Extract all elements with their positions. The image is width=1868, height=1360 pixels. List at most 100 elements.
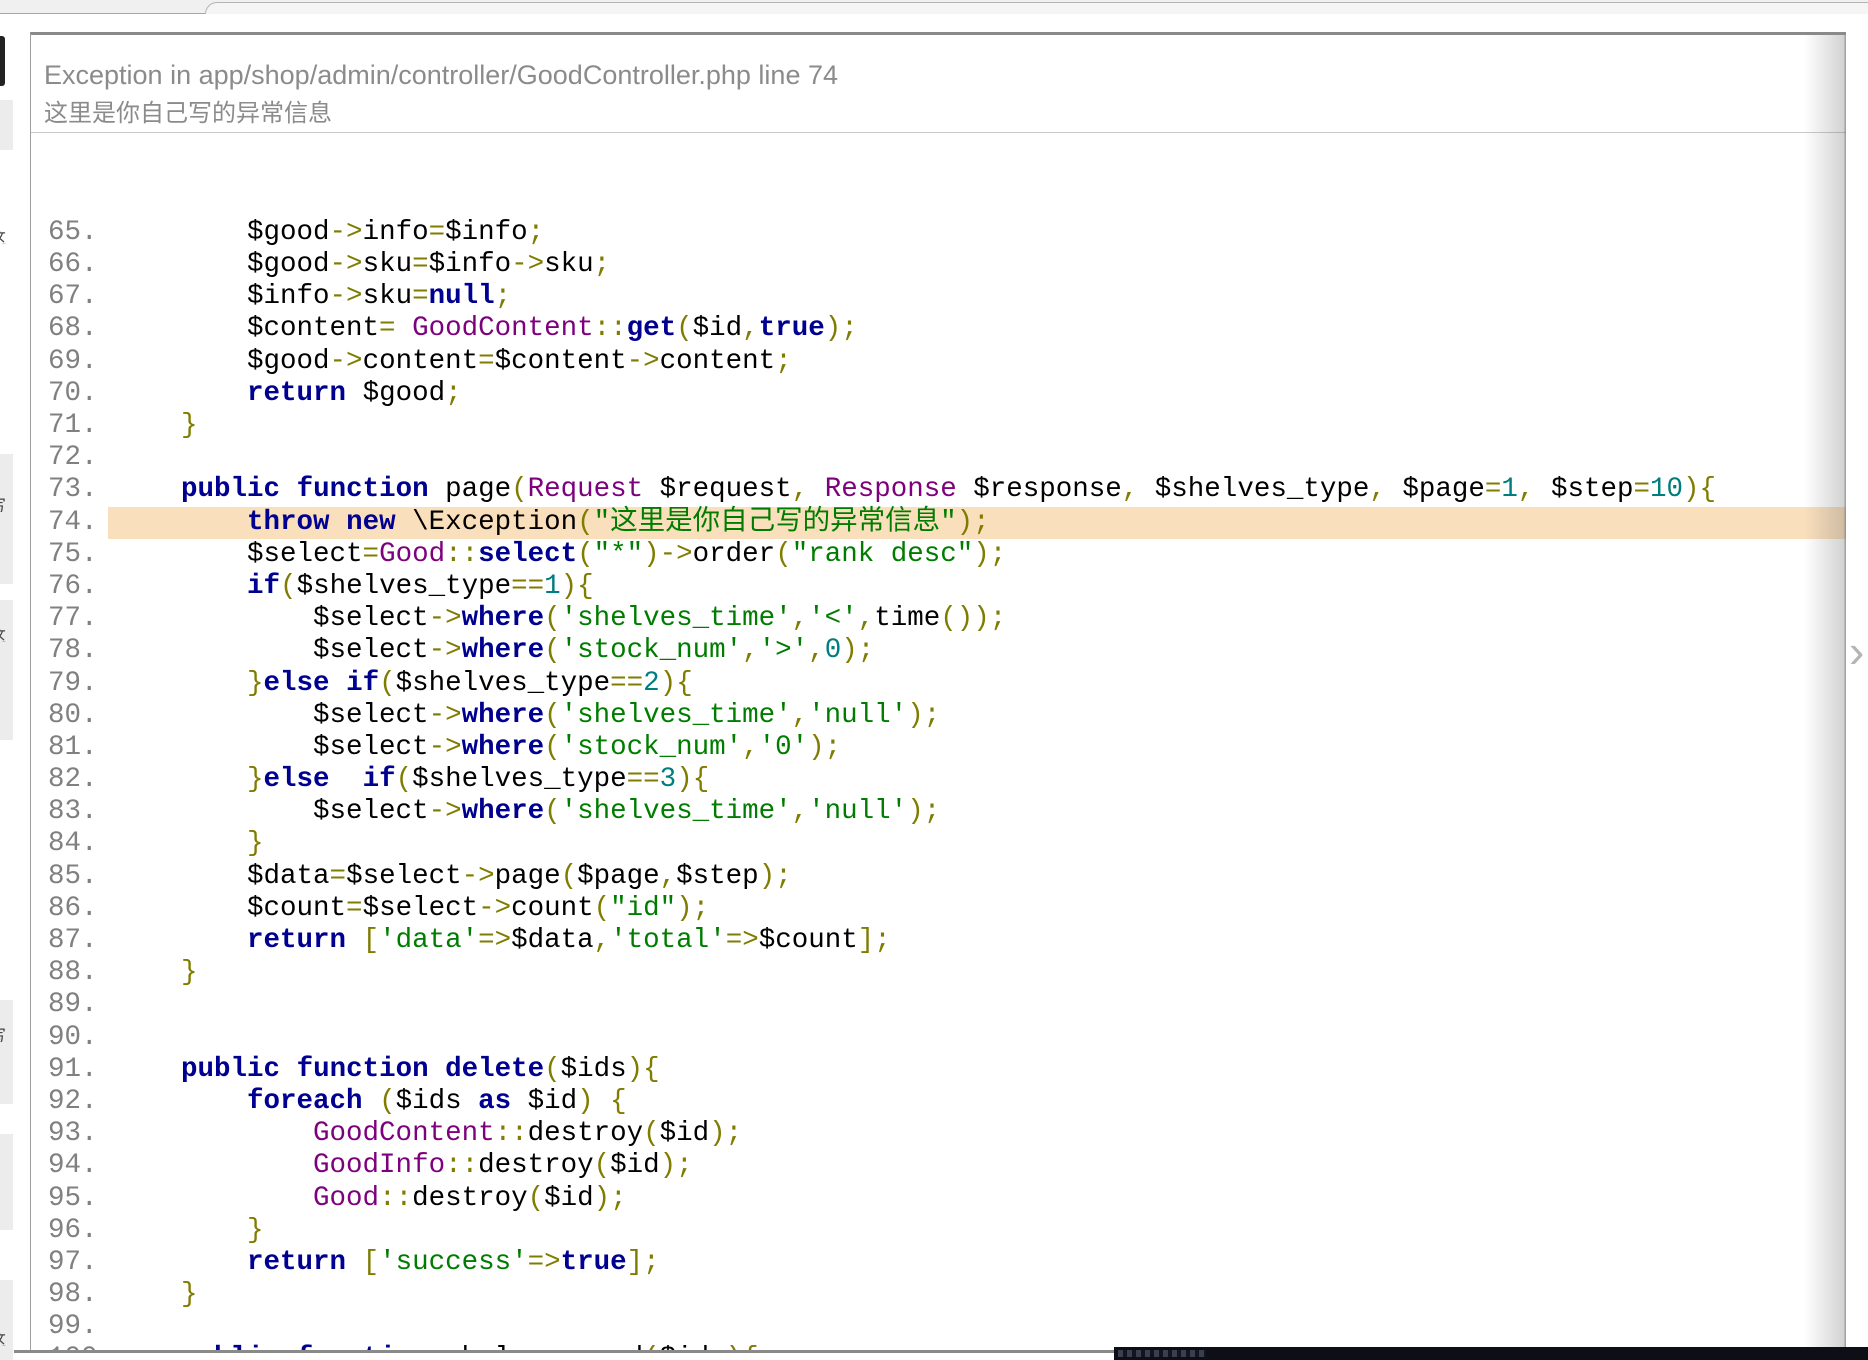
line-number: 76. [48, 571, 108, 603]
code-line: 81. $select->where('stock_num','0'); [48, 732, 1846, 764]
line-number: 88. [48, 957, 108, 989]
code-text: foreach ($ids as $id) { [108, 1086, 1846, 1118]
code-line: 71. } [48, 410, 1846, 442]
code-line: 96. } [48, 1215, 1846, 1247]
code-text [108, 1022, 1846, 1054]
browser-tab-outline [205, 2, 1868, 14]
code-text: } [108, 957, 1846, 989]
line-number: 81. [48, 732, 108, 764]
line-number: 68. [48, 313, 108, 345]
background-text-fragment: 写 [0, 1022, 12, 1042]
line-number: 83. [48, 796, 108, 828]
clipped-corner-icon [0, 36, 5, 86]
code-text: $select->where('stock_num','>',0); [108, 635, 1846, 667]
code-line: 97. return ['success'=>true]; [48, 1247, 1846, 1279]
code-line: 87. return ['data'=>$data,'total'=>$coun… [48, 925, 1846, 957]
dark-window-strip-texture [1118, 1350, 1206, 1357]
next-chevron-icon[interactable]: › [1849, 628, 1864, 674]
exception-header: Exception in app/shop/admin/controller/G… [31, 35, 1846, 133]
code-line: 86. $count=$select->count("id"); [48, 893, 1846, 925]
background-row-band [0, 100, 13, 150]
line-number: 65. [48, 217, 108, 249]
line-number: 71. [48, 410, 108, 442]
background-text-fragment: 这 [0, 622, 12, 642]
code-line: 65. $good->info=$info; [48, 217, 1846, 249]
line-number: 96. [48, 1215, 108, 1247]
background-page-strip: n 这 写 这 写 这 [0, 14, 13, 1360]
code-text: public function page(Request $request, R… [108, 474, 1846, 506]
line-number: 84. [48, 828, 108, 860]
line-number: 95. [48, 1183, 108, 1215]
line-number: 72. [48, 442, 108, 474]
line-number: 89. [48, 989, 108, 1021]
code-text: $select->where('shelves_time','<',time()… [108, 603, 1846, 635]
line-number: 87. [48, 925, 108, 957]
code-text: } [108, 1279, 1846, 1311]
background-row-band [0, 1280, 13, 1360]
code-line: 90. [48, 1022, 1846, 1054]
code-line: 73. public function page(Request $reques… [48, 474, 1846, 506]
code-text: } [108, 410, 1846, 442]
code-text: $content= GoodContent::get($id,true); [108, 313, 1846, 345]
background-text-fragment: n [0, 152, 12, 172]
code-text: } [108, 828, 1846, 860]
code-text: $select->where('shelves_time','null'); [108, 796, 1846, 828]
exception-message: 这里是你自己写的异常信息 [44, 101, 1846, 126]
code-text: $good->sku=$info->sku; [108, 249, 1846, 281]
code-line: 82. }else if($shelves_type==3){ [48, 764, 1846, 796]
code-text: $select=Good::select("*")->order("rank d… [108, 539, 1846, 571]
line-number: 98. [48, 1279, 108, 1311]
code-line: 94. GoodInfo::destroy($id); [48, 1150, 1846, 1182]
code-line: 67. $info->sku=null; [48, 281, 1846, 313]
code-line: 85. $data=$select->page($page,$step); [48, 861, 1846, 893]
code-text: $count=$select->count("id"); [108, 893, 1846, 925]
code-line: 80. $select->where('shelves_time','null'… [48, 700, 1846, 732]
code-line: 66. $good->sku=$info->sku; [48, 249, 1846, 281]
line-number: 97. [48, 1247, 108, 1279]
code-line: 91. public function delete($ids){ [48, 1054, 1846, 1086]
code-line: 69. $good->content=$content->content; [48, 346, 1846, 378]
code-line: 93. GoodContent::destroy($id); [48, 1118, 1846, 1150]
code-line: 95. Good::destroy($id); [48, 1183, 1846, 1215]
code-line: 98. } [48, 1279, 1846, 1311]
code-text: } [108, 1215, 1846, 1247]
line-number: 79. [48, 668, 108, 700]
line-number: 74. [48, 507, 108, 539]
line-number: 86. [48, 893, 108, 925]
code-text: Good::destroy($id); [108, 1183, 1846, 1215]
code-text [108, 1311, 1846, 1343]
line-number: 90. [48, 1022, 108, 1054]
dark-window-strip [1114, 1347, 1868, 1360]
line-number: 66. [48, 249, 108, 281]
background-text-fragment: 写 [0, 492, 12, 512]
line-number: 67. [48, 281, 108, 313]
background-row-band [0, 1134, 13, 1230]
line-number: 73. [48, 474, 108, 506]
code-line: 99. [48, 1311, 1846, 1343]
background-row-band [0, 600, 13, 740]
line-number: 77. [48, 603, 108, 635]
code-text: return ['success'=>true]; [108, 1247, 1846, 1279]
code-line: 70. return $good; [48, 378, 1846, 410]
code-text: }else if($shelves_type==2){ [108, 668, 1846, 700]
code-line: 68. $content= GoodContent::get($id,true)… [48, 313, 1846, 345]
code-text: public function delete($ids){ [108, 1054, 1846, 1086]
code-text: throw new \Exception("这里是你自己写的异常信息"); [108, 507, 1846, 539]
code-line: 92. foreach ($ids as $id) { [48, 1086, 1846, 1118]
line-number: 82. [48, 764, 108, 796]
code-line: 75. $select=Good::select("*")->order("ra… [48, 539, 1846, 571]
code-text: GoodContent::destroy($id); [108, 1118, 1846, 1150]
code-line: 76. if($shelves_type==1){ [48, 571, 1846, 603]
code-line: 78. $select->where('stock_num','>',0); [48, 635, 1846, 667]
line-number: 91. [48, 1054, 108, 1086]
line-number: 94. [48, 1150, 108, 1182]
line-number: 85. [48, 861, 108, 893]
code-text [108, 442, 1846, 474]
background-text-fragment: 这 [0, 224, 12, 244]
code-text: }else if($shelves_type==3){ [108, 764, 1846, 796]
error-panel: Exception in app/shop/admin/controller/G… [30, 32, 1846, 1360]
code-line: 88. } [48, 957, 1846, 989]
code-line: 77. $select->where('shelves_time','<',ti… [48, 603, 1846, 635]
code-text [108, 989, 1846, 1021]
code-line-highlighted: 74. throw new \Exception("这里是你自己写的异常信息")… [48, 507, 1846, 539]
